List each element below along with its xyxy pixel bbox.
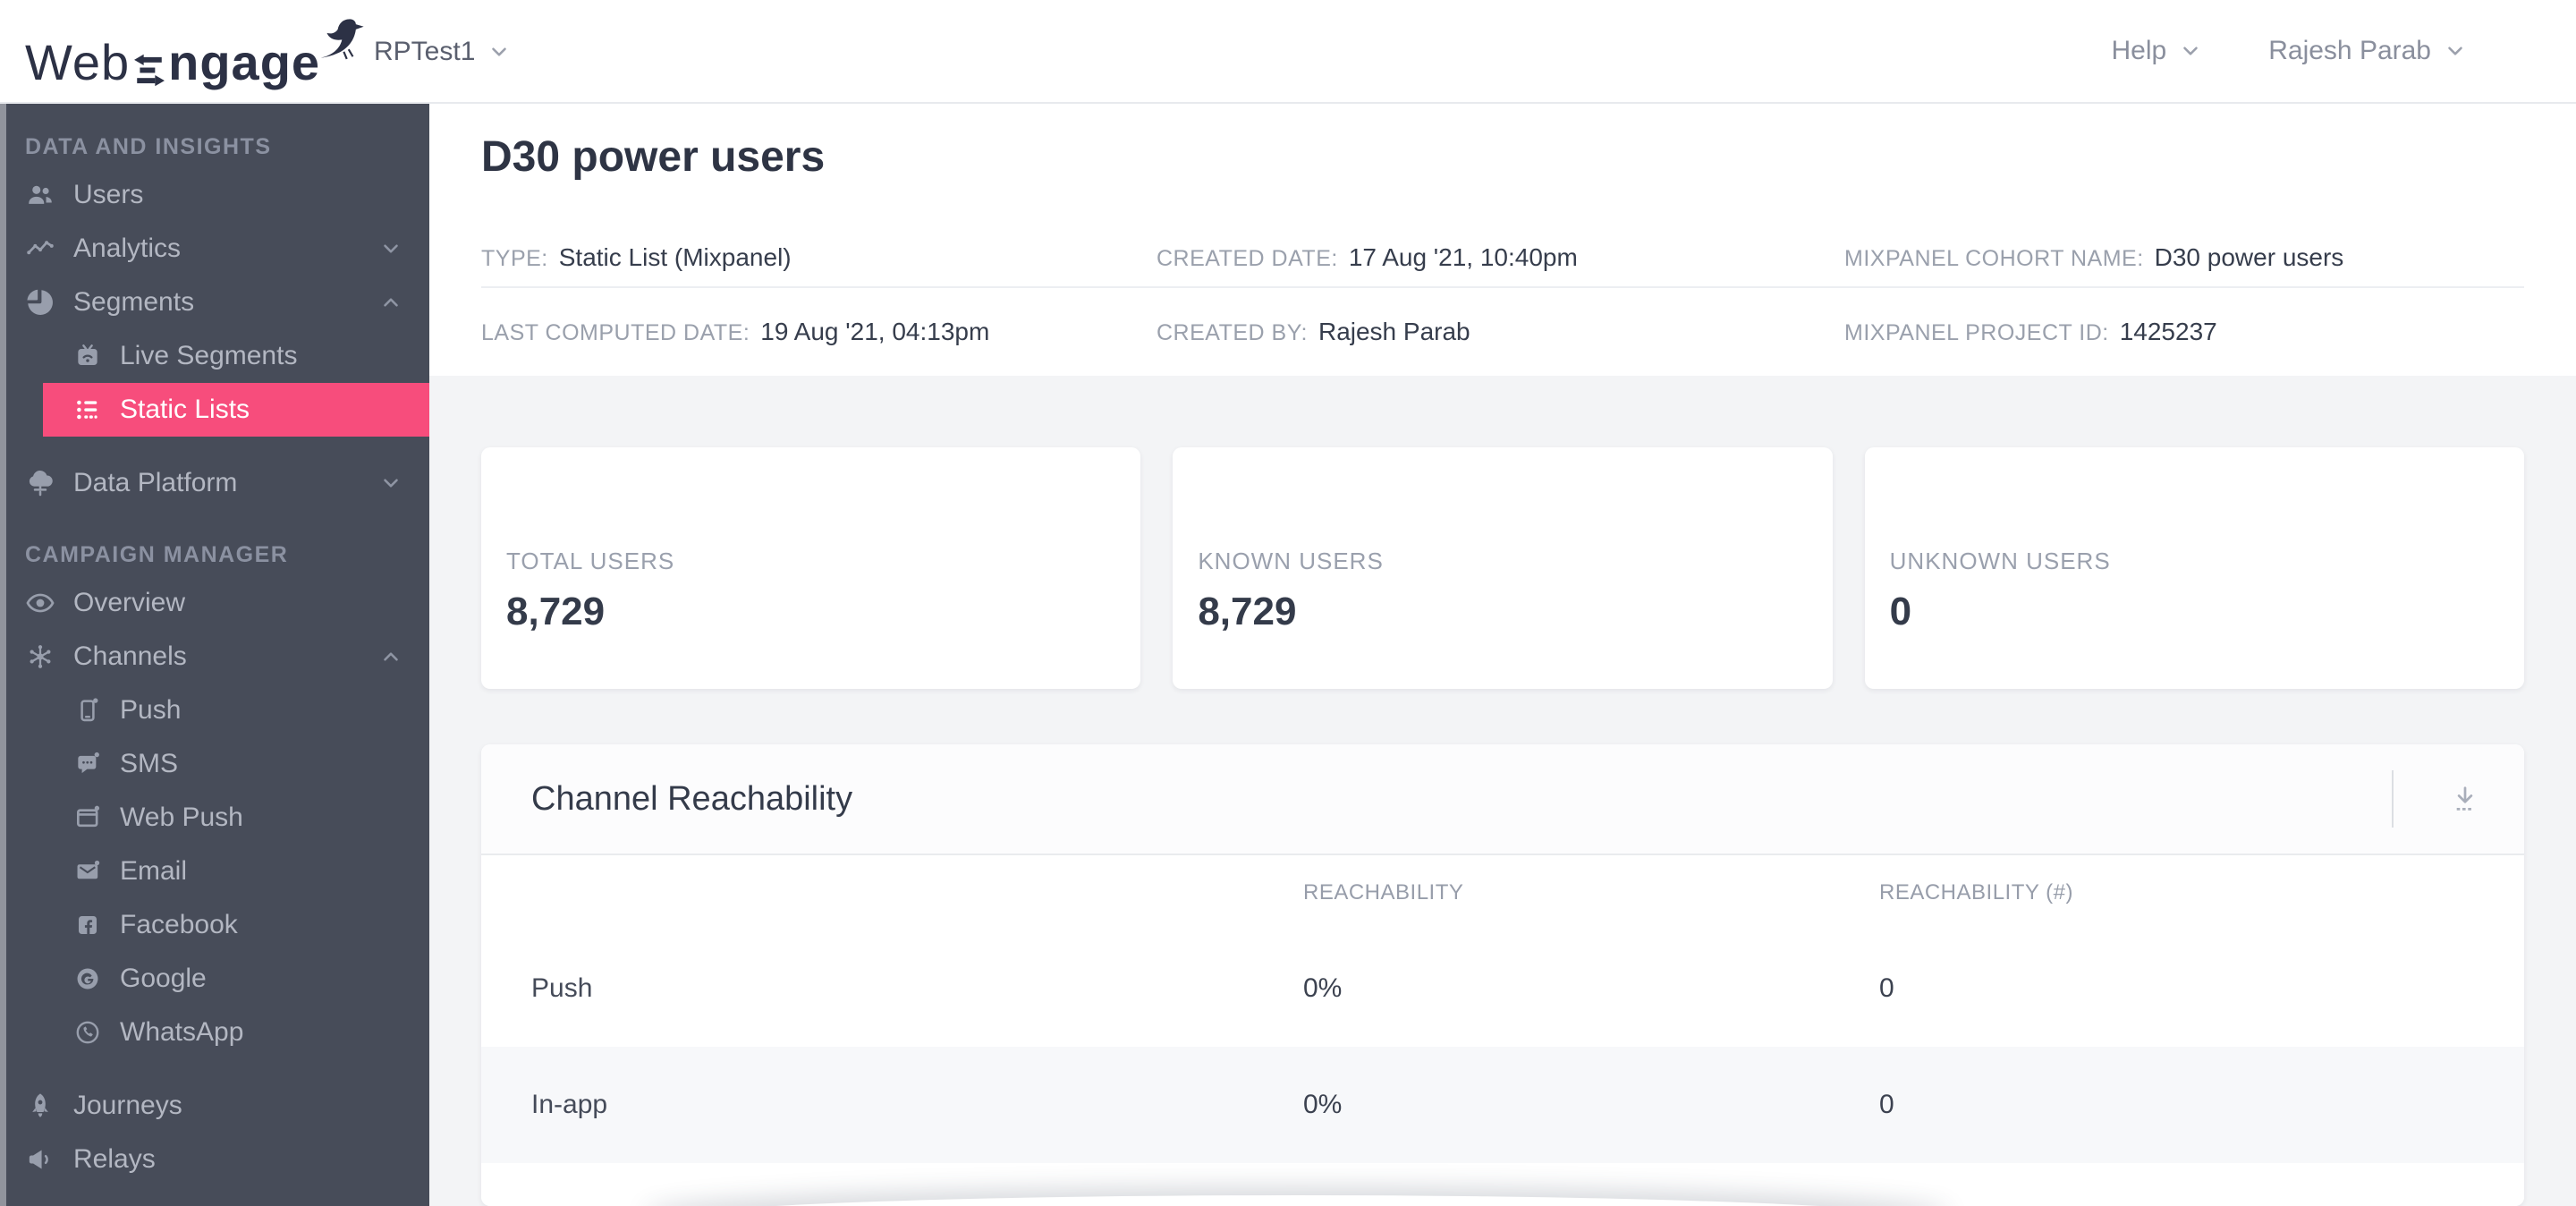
sidebar: DATA AND INSIGHTS Users Analytics Segmen…	[0, 104, 429, 1206]
page-header: D30 power users TYPE: Static List (Mixpa…	[429, 104, 2576, 376]
meta-type: TYPE: Static List (Mixpanel)	[481, 243, 792, 271]
meta-created-by: CREATED BY: Rajesh Parab	[1157, 318, 1470, 345]
download-icon	[2455, 786, 2475, 811]
chevron-down-icon	[384, 479, 398, 488]
static-lists-icon	[77, 400, 97, 420]
sidebar-item-static-lists[interactable]: Static Lists	[43, 383, 429, 437]
chevron-up-icon	[384, 298, 398, 307]
webengage-logo[interactable]: Web ngage	[25, 14, 369, 88]
table-row-push: Push 0% 0	[531, 973, 1894, 1003]
sidebar-item-journeys[interactable]: Journeys	[0, 1079, 429, 1133]
analytics-icon	[25, 239, 55, 256]
sidebar-item-overview[interactable]: Overview	[0, 576, 429, 630]
meta-row-2: LAST COMPUTED DATE: 19 Aug '21, 04:13pm …	[481, 286, 2524, 376]
sidebar-item-sms[interactable]: SMS	[0, 737, 429, 791]
envelope-icon	[76, 859, 101, 880]
section-heading-campaign-manager: CAMPAIGN MANAGER	[25, 541, 289, 567]
channel-reachability-panel: Channel Reachability REACHABILITY REACHA…	[481, 744, 2524, 1206]
sidebar-item-analytics[interactable]: Analytics	[0, 222, 429, 276]
live-segments-icon	[77, 344, 98, 367]
column-header-reachability-count: REACHABILITY (#)	[1879, 880, 2073, 904]
sidebar-item-segments[interactable]: Segments	[0, 276, 429, 329]
chevron-down-icon	[492, 47, 507, 56]
table-header-row: REACHABILITY REACHABILITY (#)	[481, 855, 2524, 930]
sidebar-item-web-push[interactable]: Web Push	[0, 791, 429, 845]
chevron-down-icon	[2183, 47, 2199, 55]
sidebar-item-live-segments[interactable]: Live Segments	[0, 329, 429, 383]
page-title: D30 power users	[481, 133, 826, 181]
browser-window-icon	[77, 804, 101, 828]
chevron-down-icon	[384, 244, 398, 253]
meta-mixpanel-project-id: MIXPANEL PROJECT ID: 1425237	[1844, 318, 2217, 345]
mobile-push-icon	[80, 697, 99, 722]
meta-created-date: CREATED DATE: 17 Aug '21, 10:40pm	[1157, 243, 1578, 271]
section-heading-data-insights: DATA AND INSIGHTS	[25, 133, 272, 159]
sidebar-item-users[interactable]: Users	[0, 168, 429, 222]
whatsapp-icon	[76, 1021, 99, 1044]
sidebar-edge	[0, 104, 6, 1206]
eye-icon	[26, 593, 55, 613]
help-label: Help	[2111, 36, 2167, 65]
table-row-in-app: In-app 0% 0	[481, 1047, 2524, 1163]
logo-text-web: Web	[25, 34, 131, 90]
users-icon	[29, 185, 52, 204]
stat-card-total-users: TOTAL USERS 8,729	[481, 447, 1141, 689]
sidebar-item-push[interactable]: Push	[0, 684, 429, 737]
panel-header: Channel Reachability	[481, 744, 2524, 855]
sidebar-item-data-platform[interactable]: Data Platform	[0, 456, 429, 510]
channels-hub-icon	[29, 643, 52, 670]
user-menu[interactable]: Rajesh Parab	[2268, 36, 2467, 66]
logo-arrows-e-icon	[134, 54, 165, 87]
data-platform-icon	[28, 469, 55, 497]
sidebar-item-facebook[interactable]: Facebook	[0, 898, 429, 952]
help-menu[interactable]: Help	[2112, 36, 2203, 66]
rocket-icon	[32, 1093, 48, 1117]
megaphone-icon	[28, 1149, 48, 1170]
sidebar-item-email[interactable]: Email	[0, 845, 429, 898]
logo-bird-icon	[320, 19, 364, 60]
logo-text-ngage: ngage	[168, 34, 321, 90]
topbar: Web ngage RPTest1 Help Rajesh Parab	[0, 0, 2576, 104]
stat-cards: TOTAL USERS 8,729 KNOWN USERS 8,729 UNKN…	[481, 447, 2524, 689]
stat-card-known-users: KNOWN USERS 8,729	[1173, 447, 1833, 689]
project-selector[interactable]: RPTest1	[374, 0, 511, 104]
table-row-partial	[481, 1163, 2524, 1206]
sidebar-item-relays[interactable]: Relays	[0, 1133, 429, 1186]
content-area: TOTAL USERS 8,729 KNOWN USERS 8,729 UNKN…	[429, 376, 2576, 1206]
segments-icon	[27, 289, 53, 315]
chevron-down-icon	[2448, 47, 2462, 55]
facebook-icon	[79, 916, 97, 934]
download-button[interactable]	[2433, 767, 2497, 831]
meta-row-1: TYPE: Static List (Mixpanel) CREATED DAT…	[481, 229, 2524, 286]
column-header-reachability: REACHABILITY	[1303, 880, 1464, 904]
stat-card-unknown-users: UNKNOWN USERS 0	[1864, 447, 2524, 689]
main-content: D30 power users TYPE: Static List (Mixpa…	[429, 104, 2576, 1206]
user-name: Rajesh Parab	[2268, 36, 2431, 65]
meta-last-computed-date: LAST COMPUTED DATE: 19 Aug '21, 04:13pm	[481, 318, 990, 345]
sidebar-item-whatsapp[interactable]: WhatsApp	[0, 1006, 429, 1059]
google-icon	[77, 968, 98, 989]
project-name: RPTest1	[374, 37, 476, 66]
sidebar-item-google[interactable]: Google	[0, 952, 429, 1006]
divider	[2392, 770, 2394, 828]
meta-mixpanel-cohort-name: MIXPANEL COHORT NAME: D30 power users	[1844, 243, 2344, 271]
chevron-up-icon	[384, 652, 398, 661]
sidebar-item-channels[interactable]: Channels	[0, 630, 429, 684]
sms-bubble-icon	[78, 752, 99, 774]
panel-title: Channel Reachability	[531, 779, 853, 818]
